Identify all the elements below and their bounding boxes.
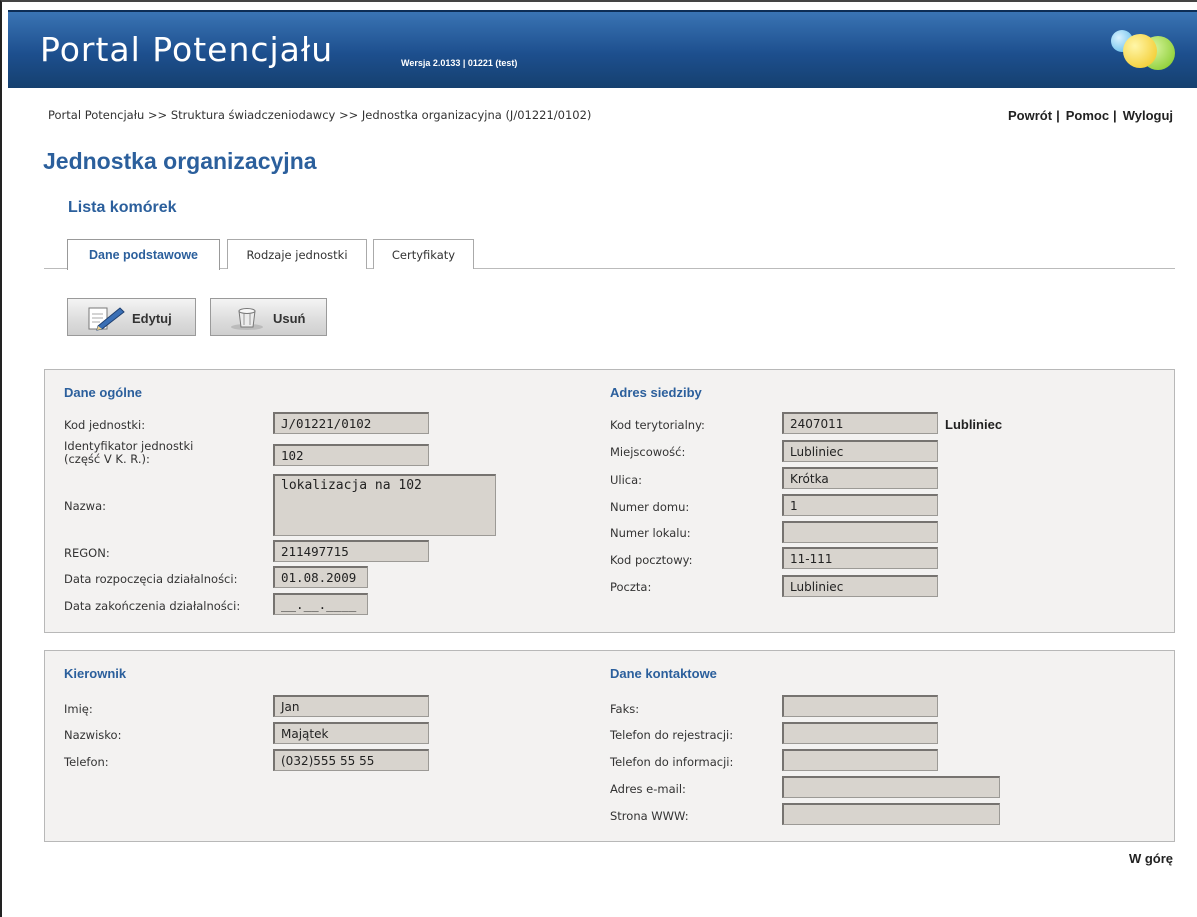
page-title: Jednostka organizacyjna [43, 148, 317, 174]
logout-link[interactable]: Wyloguj [1123, 108, 1173, 123]
top-links: Powrót | Pomoc | Wyloguj [1008, 108, 1173, 123]
info-phone-field [782, 749, 938, 771]
info-phone-label: Telefon do informacji: [610, 755, 734, 769]
house-number-label: Numer domu: [610, 500, 690, 514]
general-address-panel: Dane ogólne Kod jednostki: J/01221/0102 … [44, 369, 1175, 633]
address-section-title: Adres siedziby [610, 385, 702, 400]
flat-number-field [782, 521, 938, 543]
post-office-label: Poczta: [610, 580, 652, 594]
website-label: Strona WWW: [610, 809, 689, 823]
fax-label: Faks: [610, 702, 640, 716]
name-label: Nazwa: [64, 499, 107, 513]
street-field: Krótka [782, 467, 938, 489]
logo-icon [1109, 26, 1177, 76]
postal-code-label: Kod pocztowy: [610, 553, 693, 567]
phone-field: (032)555 55 55 [273, 749, 429, 771]
general-section-title: Dane ogólne [64, 385, 143, 400]
back-link[interactable]: Powrót [1008, 108, 1052, 123]
app-title: Portal Potencjału [40, 30, 334, 69]
street-label: Ulica: [610, 473, 643, 487]
website-field [782, 803, 1000, 825]
registration-phone-field [782, 722, 938, 744]
phone-label: Telefon: [64, 755, 109, 769]
start-date-label: Data rozpoczęcia działalności: [64, 572, 238, 586]
unit-id-label-2: (część V K. R.): [64, 452, 150, 466]
link-separator: | [1113, 108, 1117, 123]
regon-label: REGON: [64, 546, 110, 560]
email-field [782, 776, 1000, 798]
territorial-name: Lubliniec [945, 417, 1003, 432]
delete-button[interactable]: Usuń [210, 298, 327, 336]
end-date-label: Data zakończenia działalności: [64, 599, 241, 613]
edit-button[interactable]: Edytuj [67, 298, 196, 336]
territorial-code-label: Kod terytorialny: [610, 418, 705, 432]
unit-id-field: 102 [273, 444, 429, 466]
flat-number-label: Numer lokalu: [610, 526, 691, 540]
unit-code-label: Kod jednostki: [64, 418, 146, 432]
email-label: Adres e-mail: [610, 782, 686, 796]
manager-section-title: Kierownik [64, 666, 127, 681]
fax-field [782, 695, 938, 717]
manager-contact-panel: Kierownik Imię: Jan Nazwisko: Majątek Te… [44, 650, 1175, 842]
regon-field: 211497715 [273, 540, 429, 562]
back-to-top-link[interactable]: W górę [1129, 851, 1173, 866]
postal-code-field: 11-111 [782, 547, 938, 569]
cells-list-link[interactable]: Lista komórek [68, 199, 176, 217]
delete-button-label: Usuń [273, 311, 306, 326]
territorial-code-field: 2407011 [782, 412, 938, 434]
unit-code-field: J/01221/0102 [273, 412, 429, 434]
name-field: lokalizacja na 102 [273, 474, 496, 536]
end-date-field: __.__.____ [273, 593, 368, 615]
city-label: Miejscowość: [610, 445, 686, 459]
post-office-field: Lubliniec [782, 575, 938, 597]
registration-phone-label: Telefon do rejestracji: [610, 728, 734, 742]
house-number-field: 1 [782, 494, 938, 516]
app-header: Portal Potencjału Wersja 2.0133 | 01221 … [8, 10, 1197, 88]
tab-basic-data[interactable]: Dane podstawowe [67, 239, 220, 270]
last-name-field: Majątek [273, 722, 429, 744]
city-field: Lubliniec [782, 440, 938, 462]
contact-section-title: Dane kontaktowe [610, 666, 717, 681]
first-name-field: Jan [273, 695, 429, 717]
trash-bin-icon [229, 305, 265, 334]
pencil-document-icon [86, 305, 126, 334]
last-name-label: Nazwisko: [64, 728, 122, 742]
tab-certificates[interactable]: Certyfikaty [373, 239, 474, 269]
tab-unit-types[interactable]: Rodzaje jednostki [227, 239, 367, 269]
help-link[interactable]: Pomoc [1066, 108, 1109, 123]
edit-button-label: Edytuj [132, 311, 172, 326]
link-separator: | [1056, 108, 1060, 123]
start-date-field: 01.08.2009 [273, 566, 368, 588]
first-name-label: Imię: [64, 702, 93, 716]
breadcrumb[interactable]: Portal Potencjału >> Struktura świadczen… [48, 108, 591, 122]
app-version: Wersja 2.0133 | 01221 (test) [401, 58, 518, 68]
